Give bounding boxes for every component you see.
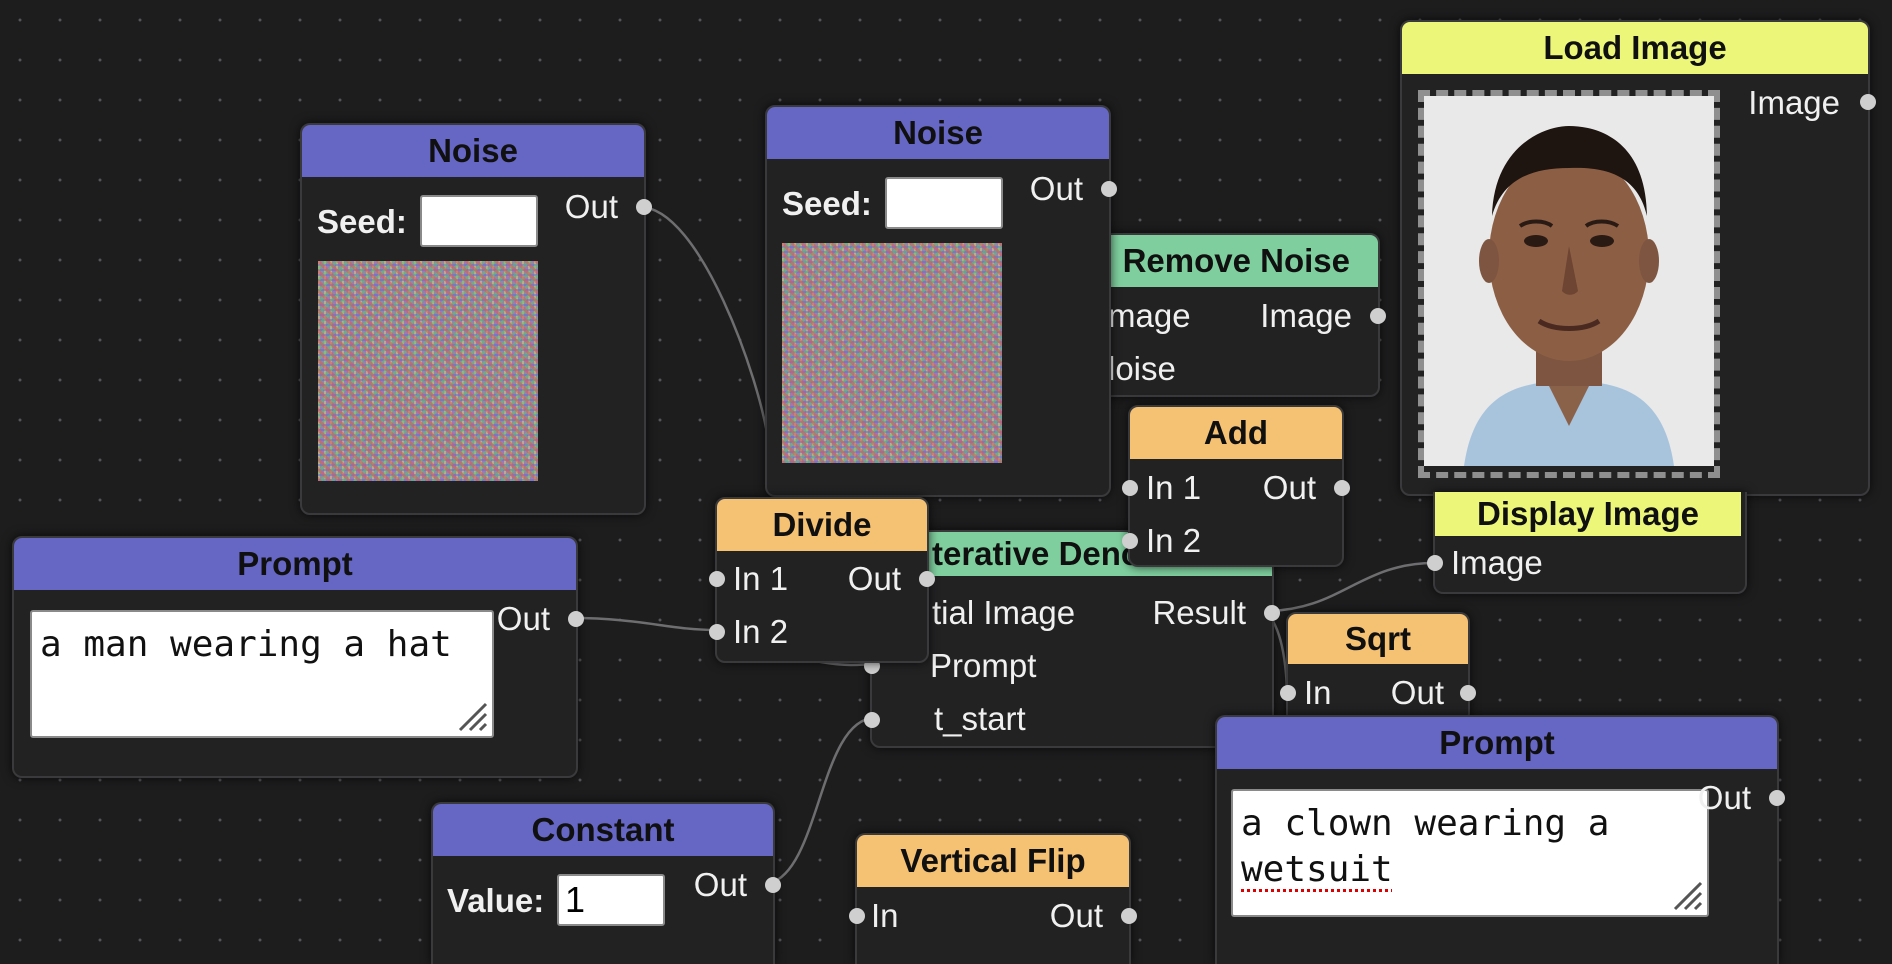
out-label: Out [1029,170,1083,207]
prompt-input-label: Prompt [930,647,1037,684]
out-label: Out [564,188,618,225]
display-image-node[interactable]: Display Image Image [1427,492,1747,594]
out-port[interactable] [765,877,781,893]
seed-label: Seed: [782,185,872,222]
divide-node[interactable]: Divide In 1 In 2 Out [709,497,935,663]
tstart-input-port[interactable] [864,712,880,728]
seed-input[interactable] [420,195,538,247]
in1-port[interactable] [1122,480,1138,496]
out-port[interactable] [1334,480,1350,496]
noise-preview-image [782,243,1002,463]
initial-image-label: tial Image [932,594,1076,631]
load-image-node[interactable]: Load Image Image [1400,20,1876,496]
in1-label: In 1 [1146,469,1202,506]
prompt-node-1[interactable]: Prompt a man wearing a hat Out [12,536,584,778]
remove-noise-node[interactable]: Remove Noise mage loise Image [1090,233,1386,397]
prompt-node-2[interactable]: Prompt a clown wearing a wetsuit Out [1215,715,1785,964]
noise-node-2[interactable]: Noise Seed: Out [765,105,1117,497]
in-label: In [871,897,899,934]
node-title: Sqrt [1288,614,1468,664]
node-title: Add [1130,407,1342,459]
out-port[interactable] [1101,181,1117,197]
node-title: Vertical Flip [857,835,1129,887]
node-title: Remove Noise [1092,235,1378,287]
node-title: Constant [433,804,773,856]
image-drop-zone[interactable] [1418,90,1720,478]
resize-grip-icon[interactable] [1665,873,1703,911]
prompt-text-line-2: wetsuit [1241,849,1393,890]
in-port[interactable] [849,908,865,924]
out-label: Out [1697,779,1751,816]
node-title: Noise [767,107,1109,159]
image-output-port[interactable] [1370,308,1386,324]
vertical-flip-node[interactable]: Vertical Flip In Out [849,833,1137,964]
prompt-text-line-1: a clown wearing a [1241,803,1610,844]
seed-label: Seed: [317,203,407,240]
out-label: Out [496,600,550,637]
node-title: Prompt [14,538,576,590]
portrait-image [1424,96,1714,466]
in1-port[interactable] [709,571,725,587]
out-port[interactable] [1460,685,1476,701]
in2-port[interactable] [1122,533,1138,549]
in1-label: In 1 [733,560,789,597]
out-label: Out [693,866,747,903]
wire-prompt1-to-divide [572,616,717,632]
constant-node[interactable]: Constant Value: Out [431,802,781,964]
node-title: Prompt [1217,717,1777,769]
image-input-label: Image [1451,544,1543,581]
image-input-label: mage [1108,297,1191,334]
node-title: Load Image [1402,22,1868,74]
seed-input[interactable] [885,177,1003,229]
in2-label: In 2 [733,613,789,650]
out-port[interactable] [1121,908,1137,924]
prompt-textarea[interactable]: a man wearing a hat [30,610,494,738]
node-title-text: Remove Noise [1122,242,1350,279]
noise-node-1[interactable]: Noise Seed: Out [300,123,652,515]
in2-label: In 2 [1146,522,1202,559]
image-input-port[interactable] [1427,555,1443,571]
resize-grip-icon[interactable] [450,694,488,732]
image-output-port[interactable] [1860,94,1876,110]
prompt-text: a man wearing a hat [40,624,452,665]
node-title: Display Image [1435,492,1741,536]
tstart-input-label: t_start [934,700,1026,737]
result-output-label: Result [1152,594,1246,631]
out-label: Out [1262,469,1316,506]
value-input[interactable] [557,874,665,926]
out-label: Out [1390,674,1444,711]
in-label: In [1304,674,1332,711]
result-output-port[interactable] [1264,605,1280,621]
prompt-textarea[interactable]: a clown wearing a wetsuit [1231,789,1709,917]
image-output-label: Image [1748,84,1840,121]
add-node[interactable]: Add In 1 In 2 Out [1122,405,1350,567]
in-port[interactable] [1280,685,1296,701]
out-port[interactable] [568,611,584,627]
sqrt-node[interactable]: Sqrt In Out [1280,612,1476,724]
in2-port[interactable] [709,624,725,640]
out-port[interactable] [1769,790,1785,806]
node-title: Noise [302,125,644,177]
out-label: Out [1049,897,1103,934]
image-output-label: Image [1260,297,1352,334]
out-label: Out [847,560,901,597]
value-label: Value: [447,882,545,919]
node-title: Divide [717,499,927,551]
noise-preview-image [318,261,538,481]
wire-result-to-display [1264,561,1435,613]
noise-input-label: loise [1108,350,1176,387]
wire-noise1-to-noise2 [639,205,770,441]
out-port[interactable] [636,199,652,215]
out-port[interactable] [919,571,935,587]
